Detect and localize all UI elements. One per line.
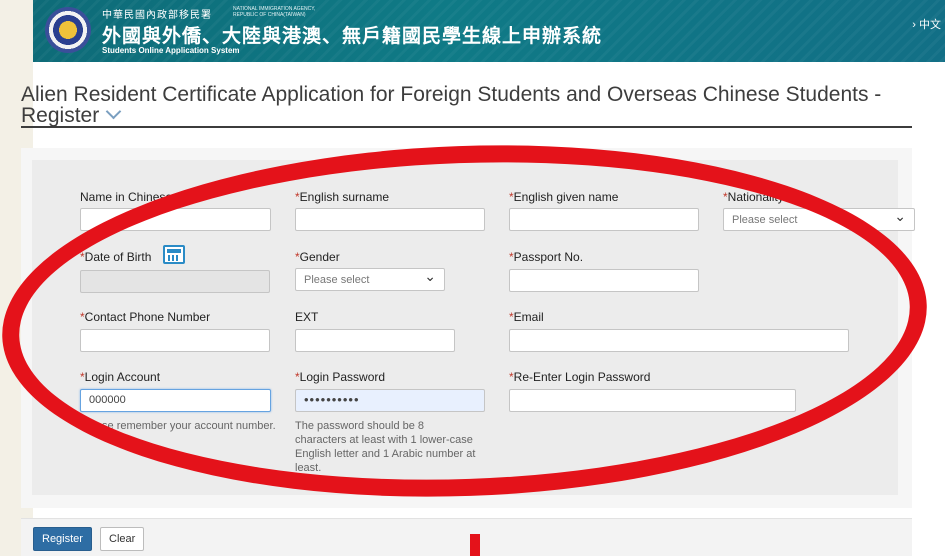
ext-input[interactable] — [295, 329, 455, 352]
contact-phone-input[interactable] — [80, 329, 270, 352]
login-password-input[interactable]: •••••••••• — [295, 389, 485, 412]
email-label-text: Email — [513, 310, 544, 324]
reenter-password-label: *Re-Enter Login Password — [509, 370, 650, 384]
english-given-name-label-text: English given name — [513, 190, 619, 204]
register-button[interactable]: Register — [33, 527, 92, 551]
agency-name-en: NATIONAL IMMIGRATION AGENCY, REPUBLIC OF… — [233, 6, 323, 18]
passport-no-label: *Passport No. — [509, 250, 583, 264]
date-of-birth-label: *Date of Birth — [80, 250, 151, 264]
login-password-help: The password should be 8 characters at l… — [295, 420, 476, 474]
login-password-label: *Login Password — [295, 370, 385, 384]
passport-no-input[interactable] — [509, 269, 699, 292]
date-of-birth-label-text: Date of Birth — [84, 250, 152, 264]
gender-label: *Gender — [295, 250, 340, 264]
name-chinese-label-text: Name in Chinese — [80, 190, 173, 204]
nationality-label-text: Nationality — [727, 190, 784, 204]
agency-name-en-line2: REPUBLIC OF CHINA(TAIWAN) — [233, 12, 306, 18]
system-subtitle: Students Online Application System — [102, 46, 240, 55]
ext-label: EXT — [295, 310, 318, 324]
chevron-down-icon[interactable] — [105, 103, 122, 120]
name-chinese-label: Name in Chinese — [80, 190, 172, 204]
agency-emblem-icon — [45, 7, 91, 53]
date-of-birth-input[interactable] — [80, 270, 270, 293]
contact-phone-label: *Contact Phone Number — [80, 310, 210, 324]
email-input[interactable] — [509, 329, 849, 352]
gender-label-text: Gender — [299, 250, 340, 264]
system-title: 外國與外僑、大陸與港澳、無戶籍國民學生線上申辦系統 — [102, 26, 603, 47]
name-chinese-input[interactable] — [80, 208, 271, 231]
english-given-name-label: *English given name — [509, 190, 618, 204]
button-bar — [21, 518, 912, 556]
nationality-select[interactable]: Please select — [723, 208, 915, 231]
reenter-password-input[interactable] — [509, 389, 796, 412]
email-label: *Email — [509, 310, 544, 324]
contact-phone-label-text: Contact Phone Number — [84, 310, 211, 324]
passport-no-label-text: Passport No. — [513, 250, 584, 264]
reenter-password-label-text: Re-Enter Login Password — [513, 370, 651, 384]
language-switch-link[interactable]: › 中文 — [912, 16, 941, 32]
login-password-label-text: Login Password — [299, 370, 386, 384]
site-header: 中華民國內政部移民署 NATIONAL IMMIGRATION AGENCY, … — [33, 0, 945, 62]
red-annotation-mark — [470, 534, 480, 556]
nationality-label: *Nationality — [723, 190, 784, 204]
ext-label-text: EXT — [295, 310, 319, 324]
english-surname-label: *English surname — [295, 190, 389, 204]
agency-name: 中華民國內政部移民署 — [102, 10, 212, 21]
login-account-label-text: Login Account — [84, 370, 161, 384]
login-account-help: Please remember your account number. — [80, 420, 276, 432]
clear-button[interactable]: Clear — [100, 527, 145, 551]
login-account-label: *Login Account — [80, 370, 160, 384]
login-account-input[interactable]: 000000 — [80, 389, 271, 412]
gender-select[interactable]: Please select — [295, 268, 445, 291]
page-title: Alien Resident Certificate Application f… — [21, 84, 912, 126]
calendar-icon[interactable] — [163, 245, 185, 264]
title-divider — [21, 126, 912, 128]
english-surname-label-text: English surname — [299, 190, 390, 204]
english-given-name-input[interactable] — [509, 208, 699, 231]
page-title-text: Alien Resident Certificate Application f… — [21, 83, 882, 127]
english-surname-input[interactable] — [295, 208, 485, 231]
